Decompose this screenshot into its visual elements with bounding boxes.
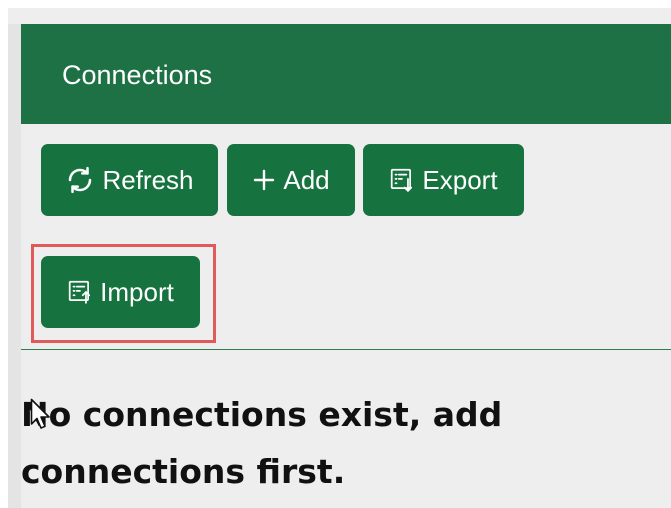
plus-icon <box>252 168 276 192</box>
connections-panel: Connections Refresh Add Export Import No… <box>21 24 671 508</box>
empty-state-message: No connections exist, add connections fi… <box>21 395 503 491</box>
import-icon <box>67 279 93 305</box>
add-button[interactable]: Add <box>227 144 355 216</box>
panel-header: Connections <box>21 24 671 124</box>
divider <box>21 349 671 350</box>
page-title: Connections <box>62 60 213 90</box>
export-button-label: Export <box>422 164 498 195</box>
import-button-label: Import <box>100 276 174 307</box>
export-button[interactable]: Export <box>363 144 524 216</box>
mouse-cursor-icon <box>30 398 52 437</box>
import-button[interactable]: Import <box>41 256 200 328</box>
refresh-button-label: Refresh <box>102 164 194 195</box>
export-icon <box>389 167 415 193</box>
add-button-label: Add <box>283 164 330 195</box>
refresh-icon <box>65 165 95 195</box>
left-gutter <box>8 24 21 508</box>
refresh-button[interactable]: Refresh <box>41 144 218 216</box>
